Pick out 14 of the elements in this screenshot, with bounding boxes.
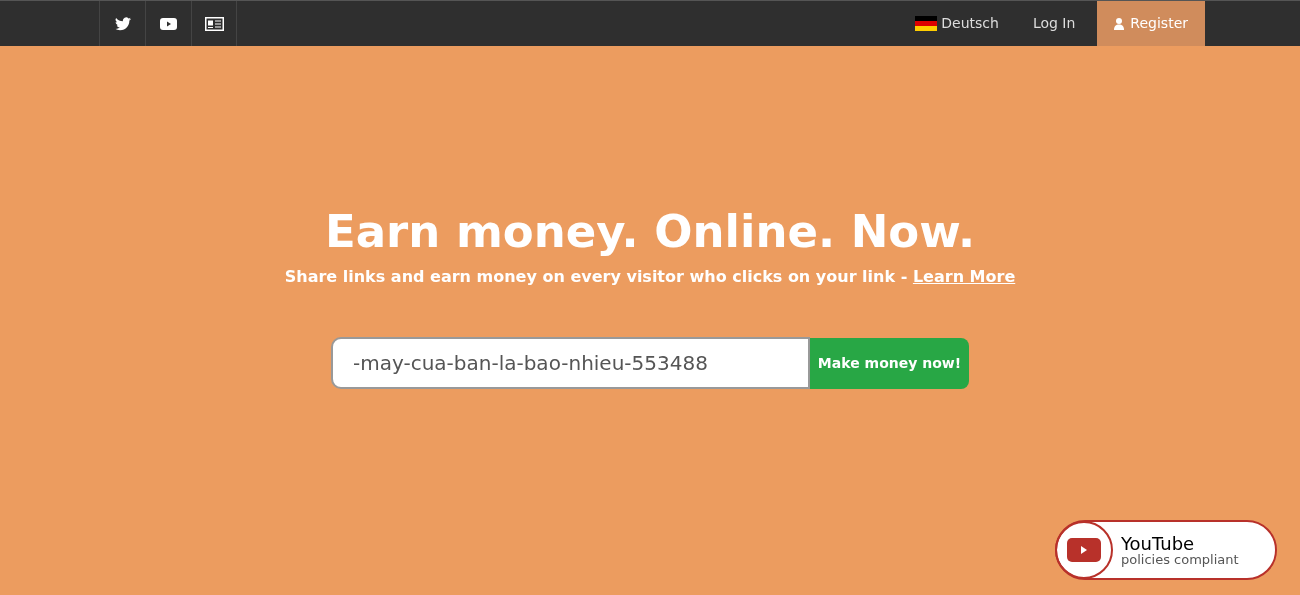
badge-title: YouTube	[1121, 534, 1196, 553]
url-input-field[interactable]: -may-cua-ban-la-bao-nhieu-553488	[331, 337, 810, 389]
hero-subtitle: Share links and earn money on every visitor who clicks on your link - Learn More	[284, 266, 1016, 288]
badge-subtitle: policies compliant	[1121, 552, 1239, 566]
news-link[interactable]	[191, 1, 237, 46]
bird-icon	[114, 16, 131, 31]
hero-title: Earn money. Online. Now.	[324, 204, 976, 260]
user-icon	[1114, 17, 1125, 30]
play-icon	[160, 17, 177, 30]
login-link[interactable]: Log In	[1010, 1, 1098, 46]
play-icon	[1067, 538, 1101, 562]
newspaper-icon	[204, 16, 224, 31]
german-flag-icon	[915, 16, 938, 31]
language-link[interactable]: Deutsch	[903, 1, 1011, 46]
